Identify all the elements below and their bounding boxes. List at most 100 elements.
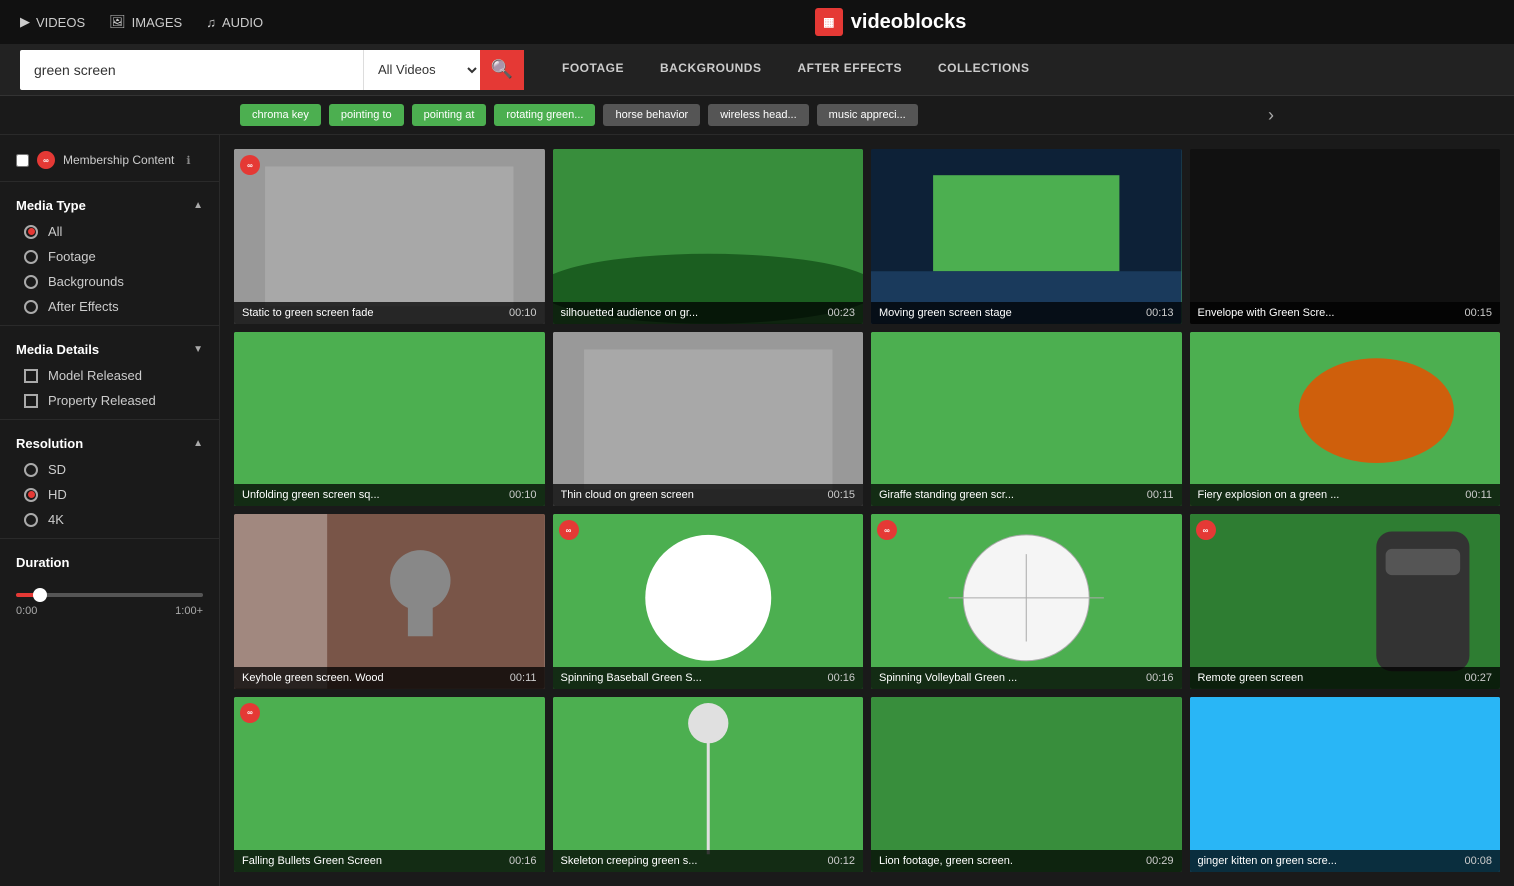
nav-images[interactable]: 🖼 IMAGES [109,14,182,30]
tag-horse-behavior[interactable]: horse behavior [603,104,700,126]
video-info: Fiery explosion on a green ... 00:11 [1190,484,1501,506]
video-card-9[interactable]: Keyhole green screen. Wood 00:11 [234,514,545,689]
video-card-14[interactable]: Skeleton creeping green s... 00:12 [553,697,864,872]
sidebar-item-backgrounds-label: Backgrounds [48,274,124,289]
sidebar-item-after-effects[interactable]: After Effects [0,294,219,319]
video-card-15[interactable]: Lion footage, green screen. 00:29 [871,697,1182,872]
sidebar-item-property-released[interactable]: Property Released [0,388,219,413]
nav-link-after-effects[interactable]: AFTER EFFECTS [779,44,920,96]
nav-link-footage[interactable]: FOOTAGE [544,44,642,96]
video-info: Keyhole green screen. Wood 00:11 [234,667,545,689]
video-card-2[interactable]: silhouetted audience on gr... 00:23 [553,149,864,324]
membership-badge: ∞ [37,151,55,169]
nav-links: FOOTAGE BACKGROUNDS AFTER EFFECTS COLLEC… [544,44,1047,96]
video-card-6[interactable]: Thin cloud on green screen 00:15 [553,332,864,507]
sidebar-item-backgrounds[interactable]: Backgrounds [0,269,219,294]
membership-row: ∞ Media Type Membership Content ℹ [0,145,219,175]
video-duration: 00:12 [827,855,855,867]
video-duration: 00:10 [509,307,537,319]
tag-wireless-head[interactable]: wireless head... [708,104,808,126]
video-info: Static to green screen fade 00:10 [234,302,545,324]
video-title: Static to green screen fade [242,307,501,319]
video-duration: 00:15 [827,489,855,501]
media-details-header[interactable]: Media Details ▼ [0,332,219,363]
search-button[interactable]: 🔍 [480,50,524,90]
radio-sd [24,463,38,477]
search-input-wrap: All Videos Footage Backgrounds After Eff… [20,50,480,90]
nav-link-collections[interactable]: COLLECTIONS [920,44,1048,96]
video-card-1[interactable]: ∞ Static to green screen fade 00:10 [234,149,545,324]
video-card-10[interactable]: ∞ Spinning Baseball Green S... 00:16 [553,514,864,689]
membership-checkbox[interactable] [16,154,29,167]
tags-chevron-right[interactable]: › [1268,105,1274,126]
video-title: Spinning Baseball Green S... [561,672,820,684]
search-input[interactable] [20,50,363,90]
model-released-label: Model Released [48,368,142,383]
video-thumb [553,149,864,324]
sidebar-item-footage[interactable]: Footage [0,244,219,269]
video-duration: 00:08 [1464,855,1492,867]
membership-text: Membership Content [63,153,174,167]
video-title: Skeleton creeping green s... [561,855,820,867]
nav-videos[interactable]: ▶ VIDEOS [20,14,85,30]
nav-link-backgrounds[interactable]: BACKGROUNDS [642,44,780,96]
video-card-7[interactable]: Giraffe standing green scr... 00:11 [871,332,1182,507]
top-nav: ▶ VIDEOS 🖼 IMAGES ♫ AUDIO ▦ videoblocks [0,0,1514,44]
membership-info-icon[interactable]: ℹ [186,154,190,167]
logo-icon: ▦ [815,8,843,36]
video-duration: 00:16 [827,672,855,684]
radio-all [24,225,38,239]
tag-rotating-green[interactable]: rotating green... [494,104,595,126]
image-icon: 🖼 [109,14,126,30]
video-card-16[interactable]: ginger kitten on green scre... 00:08 [1190,697,1501,872]
media-details-arrow: ▼ [193,344,203,355]
video-card-11[interactable]: ∞ Spinning Volleyball Green ... 00:16 [871,514,1182,689]
sidebar-item-4k[interactable]: 4K [0,507,219,532]
tag-pointing-to[interactable]: pointing to [329,104,404,126]
video-info: Spinning Baseball Green S... 00:16 [553,667,864,689]
video-card-8[interactable]: Fiery explosion on a green ... 00:11 [1190,332,1501,507]
video-card-5[interactable]: Unfolding green screen sq... 00:10 [234,332,545,507]
search-type-dropdown[interactable]: All Videos Footage Backgrounds After Eff… [363,50,480,90]
video-card-13[interactable]: ∞ Falling Bullets Green Screen 00:16 [234,697,545,872]
video-thumb [871,149,1182,324]
sidebar-item-hd[interactable]: HD [0,482,219,507]
duration-min: 0:00 [16,605,37,617]
video-info: Falling Bullets Green Screen 00:16 [234,850,545,872]
video-info: Giraffe standing green scr... 00:11 [871,484,1182,506]
video-card-12[interactable]: ∞ Remote green screen 00:27 [1190,514,1501,689]
tag-pointing-at[interactable]: pointing at [412,104,487,126]
video-card-4[interactable]: Envelope with Green Scre... 00:15 [1190,149,1501,324]
video-thumb: ∞ [553,514,864,689]
duration-slider[interactable] [16,593,203,597]
sidebar-item-footage-label: Footage [48,249,96,264]
media-details-title: Media Details [16,342,99,357]
video-thumb: ∞ [1190,514,1501,689]
media-type-title: Media Type [16,198,86,213]
checkbox-model-released [24,369,38,383]
video-thumb [553,697,864,872]
video-duration: 00:10 [509,489,537,501]
video-duration: 00:16 [1146,672,1174,684]
tag-music-appreci[interactable]: music appreci... [817,104,918,126]
nav-audio[interactable]: ♫ AUDIO [206,15,263,30]
video-thumb [234,332,545,507]
video-title: Thin cloud on green screen [561,489,820,501]
video-thumb [1190,697,1501,872]
duration-header[interactable]: Duration [0,545,219,576]
video-thumb [1190,149,1501,324]
hd-label: HD [48,487,67,502]
duration-title: Duration [16,555,69,570]
tags-row: chroma key pointing to pointing at rotat… [0,96,1514,135]
main-layout: ∞ Media Type Membership Content ℹ Media … [0,135,1514,886]
sidebar-item-sd[interactable]: SD [0,457,219,482]
tag-chroma-key[interactable]: chroma key [240,104,321,126]
membership-badge: ∞ [240,155,260,175]
sidebar-item-model-released[interactable]: Model Released [0,363,219,388]
video-info: Remote green screen 00:27 [1190,667,1501,689]
sidebar-item-all[interactable]: All [0,219,219,244]
video-card-3[interactable]: Moving green screen stage 00:13 [871,149,1182,324]
media-type-header[interactable]: Media Type ▲ [0,188,219,219]
video-duration: 00:11 [510,672,537,684]
resolution-header[interactable]: Resolution ▲ [0,426,219,457]
